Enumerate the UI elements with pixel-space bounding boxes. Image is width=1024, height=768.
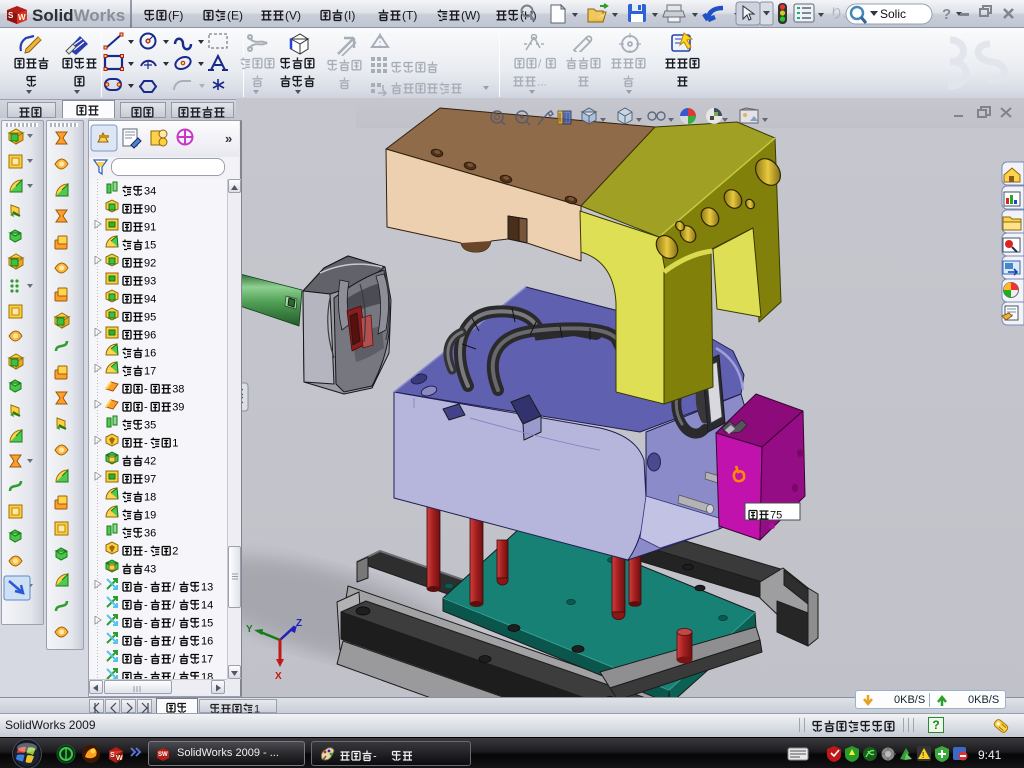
svg-text:W: W xyxy=(18,13,26,22)
svg-text:94: 94 xyxy=(144,293,156,305)
svg-text:17: 17 xyxy=(201,653,213,665)
svg-text:Y: Y xyxy=(246,624,253,635)
svg-text:...: ... xyxy=(537,75,547,89)
svg-text:/: / xyxy=(538,57,542,71)
svg-text:-: - xyxy=(144,581,148,593)
svg-text:13: 13 xyxy=(201,581,213,593)
svg-text:(E): (E) xyxy=(227,9,243,23)
svg-text:15: 15 xyxy=(144,239,156,251)
svg-text:38: 38 xyxy=(172,383,184,395)
svg-text:W: W xyxy=(116,755,123,762)
svg-text:/: / xyxy=(172,635,176,647)
svg-text:93: 93 xyxy=(144,275,156,287)
svg-text:18: 18 xyxy=(144,491,156,503)
svg-text:»: » xyxy=(225,131,232,146)
svg-text:14: 14 xyxy=(201,599,213,611)
svg-text:92: 92 xyxy=(144,257,156,269)
svg-text:16: 16 xyxy=(201,635,213,647)
svg-text:9:41: 9:41 xyxy=(978,748,1002,762)
svg-text:91: 91 xyxy=(144,221,156,233)
svg-text:42: 42 xyxy=(144,455,156,467)
svg-text:39: 39 xyxy=(172,401,184,413)
svg-text:-: - xyxy=(144,671,148,679)
svg-text:(W): (W) xyxy=(461,9,480,23)
svg-text:43: 43 xyxy=(144,563,156,575)
svg-text:!: ! xyxy=(922,751,924,760)
svg-text:-: - xyxy=(144,599,148,611)
svg-text:18: 18 xyxy=(201,671,213,679)
svg-text:/: / xyxy=(172,581,176,593)
svg-text:Solic: Solic xyxy=(880,7,906,21)
svg-text:(F): (F) xyxy=(168,9,183,23)
svg-text:-: - xyxy=(144,653,148,665)
svg-text:75: 75 xyxy=(770,509,782,521)
svg-text:90: 90 xyxy=(144,203,156,215)
svg-text:96: 96 xyxy=(144,329,156,341)
svg-text:/: / xyxy=(172,671,176,679)
svg-text:SolidWorks: SolidWorks xyxy=(32,6,125,25)
svg-text:(V): (V) xyxy=(285,9,301,23)
svg-text:-: - xyxy=(144,545,148,557)
svg-text:17: 17 xyxy=(144,365,156,377)
svg-text:-: - xyxy=(144,617,148,629)
svg-text:(T): (T) xyxy=(402,9,417,23)
svg-text:1: 1 xyxy=(172,437,178,449)
svg-text:/: / xyxy=(172,617,176,629)
svg-text:35: 35 xyxy=(144,419,156,431)
svg-text:95: 95 xyxy=(144,311,156,323)
svg-text:?: ? xyxy=(942,6,951,23)
svg-text:S: S xyxy=(8,11,14,20)
svg-text:/: / xyxy=(172,599,176,611)
svg-text:(I): (I) xyxy=(344,9,355,23)
svg-text:-: - xyxy=(144,635,148,647)
svg-text:16: 16 xyxy=(144,347,156,359)
svg-text:34: 34 xyxy=(144,185,156,197)
svg-text:97: 97 xyxy=(144,473,156,485)
svg-text:19: 19 xyxy=(144,509,156,521)
svg-text:2: 2 xyxy=(172,545,178,557)
svg-text:X: X xyxy=(275,671,282,682)
svg-text:-: - xyxy=(144,383,148,395)
svg-text:-: - xyxy=(144,401,148,413)
svg-text:Z: Z xyxy=(296,618,302,629)
svg-text:-: - xyxy=(144,437,148,449)
svg-text:S: S xyxy=(110,752,115,759)
svg-text:36: 36 xyxy=(144,527,156,539)
svg-text:15: 15 xyxy=(201,617,213,629)
svg-text:SW: SW xyxy=(158,752,168,758)
svg-text:/: / xyxy=(172,653,176,665)
svg-text:-: - xyxy=(373,750,377,762)
